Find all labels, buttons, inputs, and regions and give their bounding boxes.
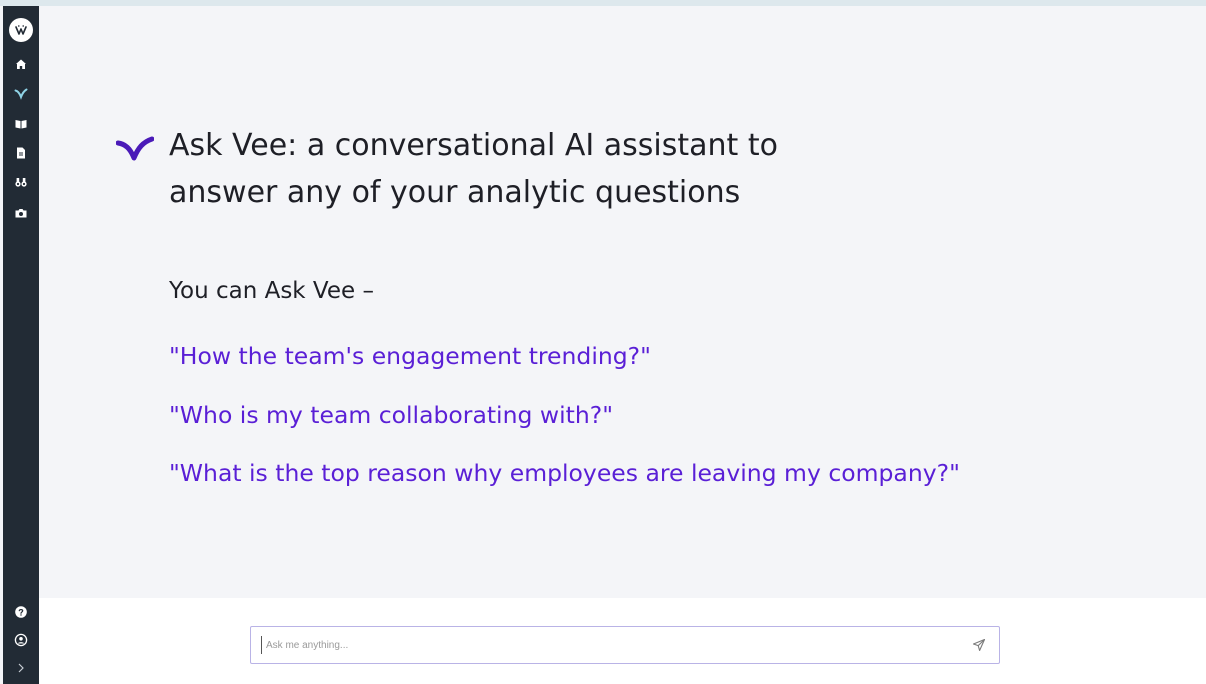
chat-input-area — [39, 598, 1206, 684]
send-icon — [972, 638, 986, 652]
book-icon[interactable] — [14, 117, 28, 131]
example-question-1[interactable]: "How the team's engagement trending?" — [169, 340, 651, 372]
send-button[interactable] — [971, 637, 987, 653]
camera-icon[interactable] — [14, 206, 28, 220]
vee-mark-icon — [116, 136, 154, 161]
expand-chevron-icon[interactable] — [14, 661, 28, 675]
brand-logo-icon[interactable] — [9, 18, 33, 42]
example-question-3[interactable]: "What is the top reason why employees ar… — [169, 457, 960, 489]
vee-icon[interactable] — [14, 86, 28, 100]
page-title: Ask Vee: a conversational AI assistant t… — [169, 122, 1029, 216]
document-icon[interactable] — [14, 146, 28, 160]
chat-input[interactable] — [261, 636, 956, 654]
home-icon[interactable] — [14, 57, 28, 71]
sidebar — [3, 6, 39, 684]
help-icon[interactable] — [14, 605, 28, 619]
title-line-1: Ask Vee: a conversational AI assistant t… — [169, 128, 778, 163]
example-question-2[interactable]: "Who is my team collaborating with?" — [169, 399, 613, 431]
title-line-2: answer any of your analytic questions — [169, 175, 741, 210]
chat-box — [250, 626, 1000, 664]
main-content: Ask Vee: a conversational AI assistant t… — [39, 6, 1206, 598]
intro-text: You can Ask Vee – — [169, 278, 374, 304]
user-profile-icon[interactable] — [14, 633, 28, 647]
app-window: Ask Vee: a conversational AI assistant t… — [0, 0, 1206, 684]
binoculars-icon[interactable] — [14, 175, 28, 189]
